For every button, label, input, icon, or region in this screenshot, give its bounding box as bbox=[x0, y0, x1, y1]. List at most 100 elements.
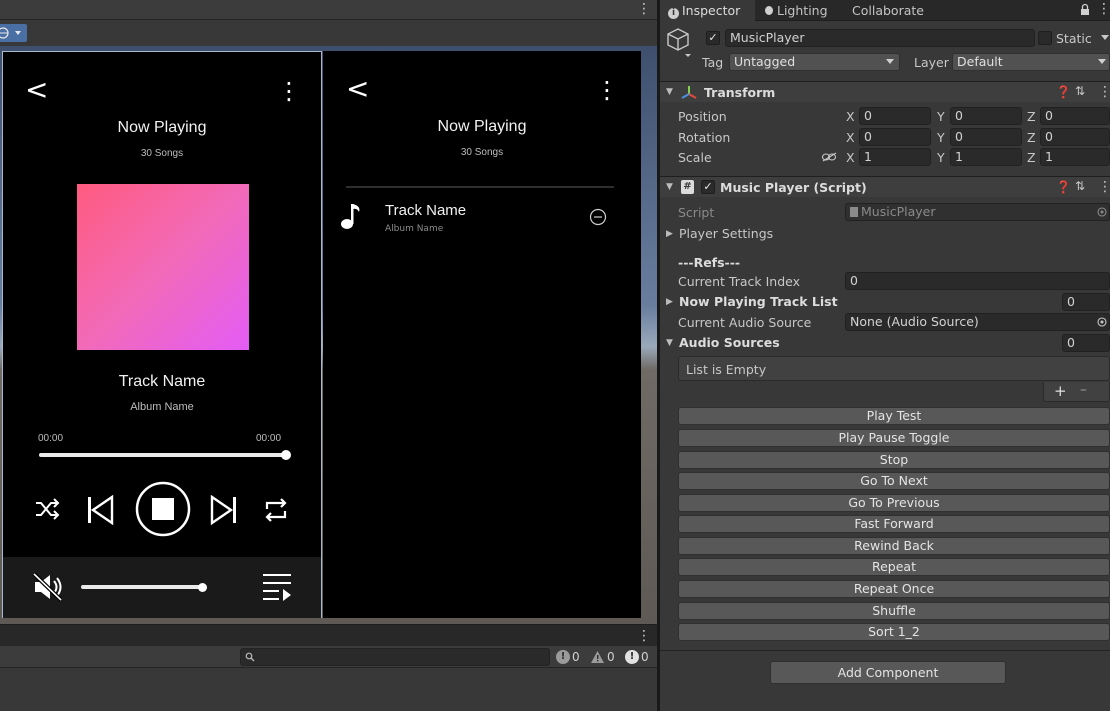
presets-icon[interactable]: ⇅ bbox=[1075, 179, 1085, 193]
foldout-collapsed-icon: ▶ bbox=[666, 229, 673, 239]
console-menu-icon[interactable]: ⋮ bbox=[637, 628, 651, 644]
tab-inspector[interactable]: i Inspector bbox=[660, 0, 755, 21]
playlist-screen: < ⋮ Now Playing 30 Songs Track Name Albu… bbox=[323, 51, 641, 618]
next-track-icon[interactable] bbox=[209, 495, 239, 525]
console-log-area bbox=[0, 668, 657, 711]
more-menu-icon[interactable]: ⋮ bbox=[595, 77, 619, 103]
lock-icon[interactable] bbox=[1079, 3, 1091, 16]
position-z-field[interactable]: 0 bbox=[1040, 107, 1110, 125]
transform-header[interactable]: ▼ Transform ❓ ⇅ ⋮ bbox=[660, 81, 1110, 102]
repeat-once-button[interactable]: Repeat Once bbox=[678, 580, 1110, 598]
player-settings-foldout[interactable]: ▶ Player Settings bbox=[666, 226, 866, 243]
audio-sources-list: List is Empty bbox=[678, 356, 1110, 381]
current-track-index-field[interactable]: 0 bbox=[845, 272, 1110, 290]
remove-icon[interactable] bbox=[589, 208, 607, 226]
info-count-toggle[interactable]: ! 0 bbox=[556, 648, 580, 666]
audio-sources-foldout[interactable]: ▼ Audio Sources bbox=[666, 335, 866, 352]
play-test-button[interactable]: Play Test bbox=[678, 407, 1110, 425]
fast-forward-button[interactable]: Fast Forward bbox=[678, 515, 1110, 533]
component-enabled-checkbox[interactable]: ✓ bbox=[701, 180, 715, 194]
rotation-x-field[interactable]: 0 bbox=[859, 128, 931, 146]
axis-x-label: X bbox=[846, 150, 855, 165]
audio-sources-size-field[interactable]: 0 bbox=[1062, 334, 1110, 352]
tab-lighting[interactable]: Lighting bbox=[765, 0, 828, 21]
object-name-field[interactable]: MusicPlayer bbox=[725, 29, 1035, 47]
console-tab-bar: ⋮ bbox=[0, 624, 657, 646]
help-icon[interactable]: ❓ bbox=[1056, 85, 1071, 99]
position-label: Position bbox=[678, 109, 727, 124]
now-playing-list-foldout[interactable]: ▶ Now Playing Track List bbox=[666, 294, 866, 311]
axis-y-label: Y bbox=[937, 130, 945, 145]
layer-dropdown[interactable]: Default bbox=[952, 53, 1110, 71]
add-component-button[interactable]: Add Component bbox=[770, 661, 1006, 684]
presets-icon[interactable]: ⇅ bbox=[1075, 84, 1085, 98]
warning-count-toggle[interactable]: 0 bbox=[590, 648, 615, 666]
gameobject-cube-icon[interactable] bbox=[666, 27, 694, 57]
stop-button[interactable]: Stop bbox=[678, 451, 1110, 469]
playlist-icon[interactable] bbox=[261, 572, 293, 602]
stop-button[interactable] bbox=[134, 480, 192, 538]
progress-knob[interactable] bbox=[281, 450, 291, 460]
shuffle-button[interactable]: Shuffle bbox=[678, 602, 1110, 620]
position-y-field[interactable]: 0 bbox=[950, 107, 1022, 125]
now-playing-list-size-field[interactable]: 0 bbox=[1062, 293, 1110, 311]
scale-z-field[interactable]: 1 bbox=[1040, 148, 1110, 166]
search-icon bbox=[245, 652, 255, 662]
previous-track-icon[interactable] bbox=[85, 495, 115, 525]
foldout-expanded-icon: ▼ bbox=[666, 338, 673, 348]
active-checkbox[interactable]: ✓ bbox=[706, 31, 720, 45]
warning-icon bbox=[591, 651, 604, 663]
foldout-expanded-icon: ▼ bbox=[666, 182, 673, 192]
back-button[interactable]: < bbox=[25, 76, 48, 104]
gizmos-dropdown-button[interactable] bbox=[0, 24, 27, 42]
help-icon[interactable]: ❓ bbox=[1056, 180, 1071, 194]
script-file-icon bbox=[850, 207, 858, 217]
volume-knob[interactable] bbox=[198, 583, 207, 592]
tab-collaborate[interactable]: Collaborate bbox=[852, 0, 924, 21]
more-menu-icon[interactable]: ⋮ bbox=[277, 78, 301, 104]
tag-dropdown[interactable]: Untagged bbox=[729, 53, 900, 71]
shuffle-icon[interactable] bbox=[34, 496, 60, 522]
remove-element-button[interactable]: – bbox=[1080, 382, 1087, 398]
repeat-button[interactable]: Repeat bbox=[678, 558, 1110, 576]
go-to-previous-button[interactable]: Go To Previous bbox=[678, 494, 1110, 512]
game-view-menu-icon[interactable]: ⋮ bbox=[637, 2, 651, 18]
inspector-menu-icon[interactable]: ⋮ bbox=[1097, 1, 1110, 17]
music-player-header[interactable]: ▼ # ✓ Music Player (Script) ❓ ⇅ ⋮ bbox=[660, 176, 1110, 197]
list-empty-text: List is Empty bbox=[686, 362, 767, 377]
chevron-down-icon[interactable] bbox=[1101, 35, 1110, 41]
add-element-button[interactable]: + bbox=[1054, 382, 1067, 400]
rewind-back-button[interactable]: Rewind Back bbox=[678, 537, 1110, 555]
constrain-proportions-icon[interactable] bbox=[822, 152, 837, 162]
back-button[interactable]: < bbox=[346, 75, 369, 103]
divider bbox=[660, 650, 1110, 651]
go-to-next-button[interactable]: Go To Next bbox=[678, 472, 1110, 490]
scale-x-field[interactable]: 1 bbox=[859, 148, 931, 166]
static-checkbox[interactable] bbox=[1038, 31, 1052, 45]
volume-slider[interactable] bbox=[81, 585, 205, 589]
audio-sources-label: Audio Sources bbox=[679, 335, 780, 350]
position-x-field[interactable]: 0 bbox=[859, 107, 931, 125]
mute-icon[interactable] bbox=[31, 572, 65, 602]
info-icon: ! bbox=[556, 650, 570, 664]
music-note-icon bbox=[341, 204, 360, 229]
rotation-y-field[interactable]: 0 bbox=[950, 128, 1022, 146]
repeat-icon[interactable] bbox=[263, 498, 289, 522]
current-audio-source-field[interactable]: None (Audio Source) bbox=[845, 313, 1110, 331]
play-pause-toggle-button[interactable]: Play Pause Toggle bbox=[678, 429, 1110, 447]
layer-value: Default bbox=[957, 54, 1003, 69]
console-search-input[interactable] bbox=[240, 648, 550, 666]
scale-y-field[interactable]: 1 bbox=[950, 148, 1022, 166]
rotation-z-field[interactable]: 0 bbox=[1040, 128, 1110, 146]
divider bbox=[346, 186, 614, 188]
list-add-remove-footer: + – bbox=[1043, 382, 1110, 402]
list-item[interactable]: Track Name Album Name bbox=[337, 199, 627, 235]
component-menu-icon[interactable]: ⋮ bbox=[1098, 179, 1110, 195]
transform-axes-icon bbox=[681, 86, 697, 99]
progress-bar[interactable] bbox=[39, 453, 286, 457]
error-count-toggle[interactable]: ! 0 bbox=[625, 648, 649, 666]
tab-label: Collaborate bbox=[852, 3, 924, 18]
component-menu-icon[interactable]: ⋮ bbox=[1098, 84, 1110, 100]
info-icon: i bbox=[668, 8, 679, 19]
sort-button[interactable]: Sort 1_2 bbox=[678, 623, 1110, 641]
